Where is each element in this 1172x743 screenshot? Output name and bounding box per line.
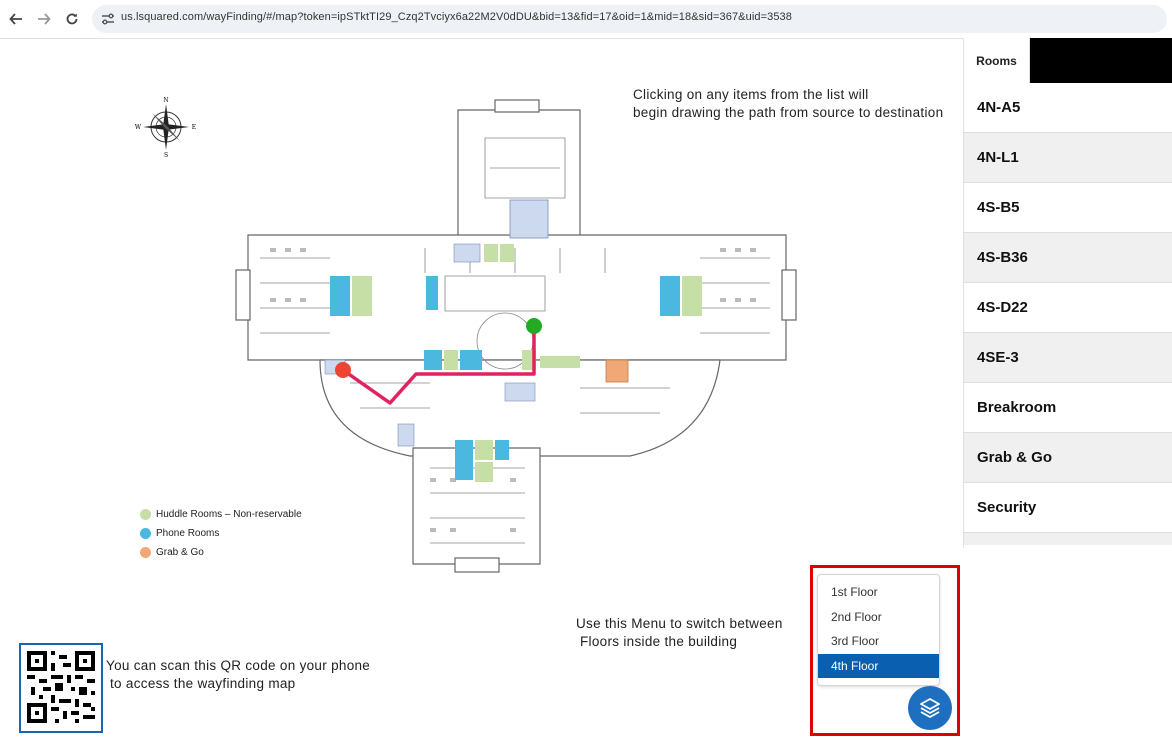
menu-instruction-line-2: Floors inside the building — [580, 634, 738, 649]
room-item[interactable]: Breakroom — [964, 383, 1172, 433]
rooms-tab-bar: Rooms — [964, 38, 1172, 83]
menu-instruction-line-1: Use this Menu to switch between — [576, 616, 783, 631]
list-instruction-line-2: begin drawing the path from source to de… — [633, 105, 944, 120]
tab-rooms[interactable]: Rooms — [964, 38, 1030, 83]
legend-label: Huddle Rooms – Non-reservable — [156, 509, 302, 520]
room-item[interactable]: 4S-B36 — [964, 233, 1172, 283]
room-item[interactable]: Security — [964, 483, 1172, 533]
layers-icon — [920, 698, 940, 718]
back-arrow-icon[interactable] — [6, 9, 26, 29]
floor-option-3[interactable]: 3rd Floor — [818, 629, 939, 654]
destination-marker — [526, 318, 542, 334]
qr-code-icon — [27, 651, 95, 723]
compass-n: N — [163, 97, 168, 104]
forward-arrow-icon[interactable] — [34, 9, 54, 29]
browser-toolbar: us.lsquared.com/wayFinding/#/map?token=i… — [0, 0, 1172, 39]
menu-instruction: Use this Menu to switch between Floors i… — [576, 615, 783, 651]
floor-option-4[interactable]: 4th Floor — [818, 653, 939, 678]
url-text: us.lsquared.com/wayFinding/#/map?token=i… — [121, 11, 792, 23]
qr-instruction-line-2: to access the wayfinding map — [110, 676, 296, 691]
qr-instruction-line-1: You can scan this QR code on your phone — [106, 658, 371, 673]
compass-s: S — [164, 152, 168, 158]
legend-item-phone: Phone Rooms — [140, 524, 302, 543]
compass-w: W — [135, 124, 142, 131]
floor-option-1[interactable]: 1st Floor — [818, 580, 939, 605]
floor-menu: 1st Floor 2nd Floor 3rd Floor 4th Floor — [817, 574, 940, 686]
rooms-list-end — [964, 533, 1172, 545]
huddle-room-swatch — [140, 509, 151, 520]
grab-go-swatch — [140, 547, 151, 558]
qr-instruction: You can scan this QR code on your phone … — [106, 657, 370, 693]
reload-icon[interactable] — [62, 9, 82, 29]
room-item[interactable]: 4S-B5 — [964, 183, 1172, 233]
room-item[interactable]: 4N-A5 — [964, 83, 1172, 133]
phone-room-swatch — [140, 528, 151, 539]
list-instruction: Clicking on any items from the list will… — [633, 86, 943, 122]
room-item[interactable]: 4SE-3 — [964, 333, 1172, 383]
list-instruction-line-1: Clicking on any items from the list will — [633, 87, 869, 102]
floor-switcher-button[interactable] — [908, 686, 952, 730]
floor-plan[interactable] — [230, 98, 810, 580]
source-marker — [335, 362, 351, 378]
qr-code — [19, 643, 103, 733]
room-item[interactable]: 4S-D22 — [964, 283, 1172, 333]
address-bar[interactable]: us.lsquared.com/wayFinding/#/map?token=i… — [92, 5, 1167, 33]
room-item[interactable]: Grab & Go — [964, 433, 1172, 483]
legend-item-huddle: Huddle Rooms – Non-reservable — [140, 505, 302, 524]
legend-label: Grab & Go — [156, 547, 204, 558]
compass-e: E — [192, 124, 196, 131]
legend-label: Phone Rooms — [156, 528, 220, 539]
compass-rose-icon: N S E W — [135, 97, 196, 158]
site-settings-icon[interactable] — [100, 11, 116, 27]
map-legend: Huddle Rooms – Non-reservable Phone Room… — [140, 505, 302, 562]
floor-option-2[interactable]: 2nd Floor — [818, 605, 939, 630]
legend-item-grab-go: Grab & Go — [140, 543, 302, 562]
room-item[interactable]: 4N-L1 — [964, 133, 1172, 183]
rooms-panel: Rooms 4N-A5 4N-L1 4S-B5 4S-B36 4S-D22 4S… — [963, 38, 1172, 548]
